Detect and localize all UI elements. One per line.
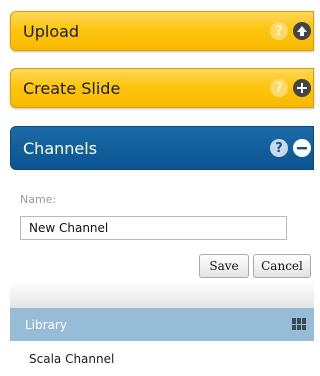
upload-arrow-icon[interactable] (293, 22, 311, 40)
channels-panel-header[interactable]: Channels ? (10, 126, 314, 170)
library-title: Library (25, 317, 67, 332)
help-icon[interactable]: ? (270, 139, 288, 157)
library-item[interactable]: Scala Channel (10, 341, 314, 376)
cancel-button[interactable]: Cancel (253, 254, 311, 278)
name-label: Name: (20, 193, 57, 206)
create-slide-panel-header[interactable]: Create Slide ? (10, 68, 314, 108)
help-icon[interactable]: ? (270, 22, 288, 40)
minus-icon[interactable] (293, 139, 311, 157)
help-icon[interactable]: ? (270, 79, 288, 97)
grid-view-icon[interactable] (292, 318, 306, 330)
save-button[interactable]: Save (199, 254, 249, 278)
upload-panel-header[interactable]: Upload ? (10, 11, 314, 51)
panel-divider (10, 282, 314, 308)
library-header: Library (10, 308, 314, 341)
plus-icon[interactable] (293, 79, 311, 97)
channel-name-input[interactable] (20, 216, 287, 240)
